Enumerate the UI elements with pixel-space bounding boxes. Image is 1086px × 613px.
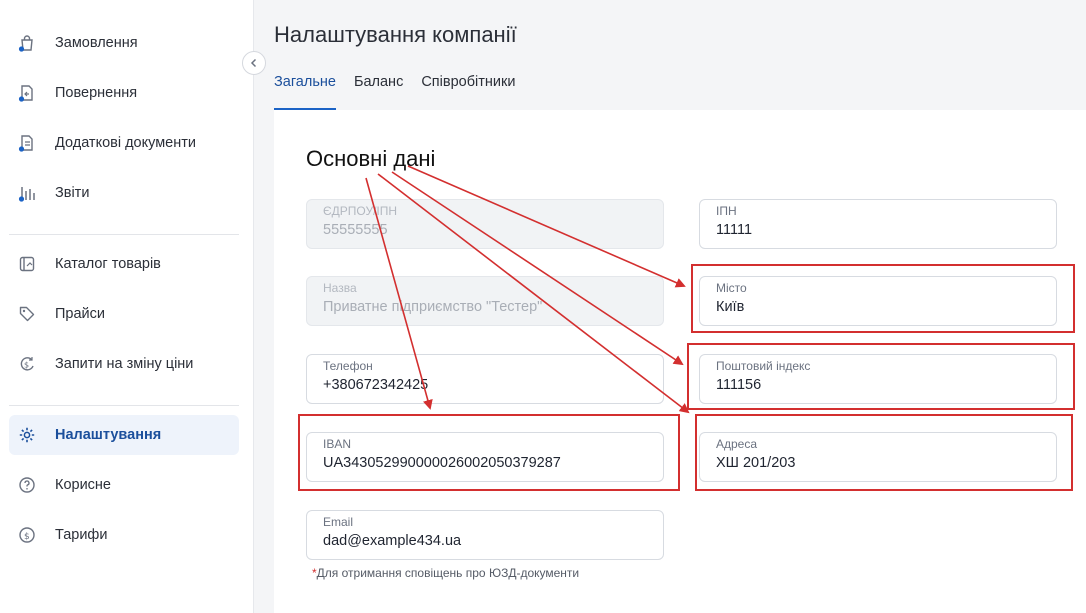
tab-general[interactable]: Загальне (274, 72, 336, 110)
sidebar-item-label: Запити на зміну ціни (55, 356, 194, 372)
sidebar-item-catalog[interactable]: Каталог товарів (9, 244, 239, 284)
sidebar-item-orders[interactable]: Замовлення (9, 23, 239, 63)
field-label: Телефон (323, 359, 373, 373)
bag-icon (18, 35, 33, 52)
sidebar-item-label: Прайси (55, 306, 105, 322)
annotation-box-iban (298, 414, 680, 491)
sidebar-item-tariffs[interactable]: $ Тарифи (9, 515, 239, 555)
reports-chart-icon (18, 187, 35, 202)
sidebar-item-price-change-requests[interactable]: $ Запити на зміну ціни (9, 344, 239, 384)
sidebar-item-label: Тарифи (55, 527, 108, 543)
page-title: Налаштування компанії (274, 22, 517, 47)
field-label: Назва (323, 281, 357, 295)
ipn-field[interactable]: ІПН (699, 199, 1057, 249)
sidebar-item-label: Налаштування (55, 427, 162, 443)
annotation-box-address (695, 414, 1073, 491)
sidebar-item-label: Додаткові документи (55, 135, 196, 151)
catalog-icon (19, 256, 35, 272)
help-icon (19, 477, 35, 493)
field-label: ІПН (716, 204, 737, 218)
email-input[interactable] (323, 533, 643, 549)
sidebar-item-label: Корисне (55, 477, 111, 493)
field-value: 55555555 (323, 222, 388, 238)
field-label: Email (323, 515, 354, 529)
chevron-left-icon (250, 58, 257, 68)
sidebar-item-additional-documents[interactable]: Додаткові документи (9, 123, 239, 163)
tabs: Загальне Баланс Співробітники (274, 72, 533, 110)
note-text: Для отримання сповіщень про ЮЗД-документ… (316, 566, 580, 580)
sidebar-item-label: Каталог товарів (55, 256, 161, 272)
documents-icon (18, 135, 33, 152)
phone-field[interactable]: Телефон (306, 354, 664, 404)
tab-employees[interactable]: Співробітники (421, 72, 515, 110)
gear-icon (19, 427, 35, 443)
sidebar-divider (9, 234, 239, 235)
price-change-icon: $ (20, 357, 34, 371)
section-title: Основні дані (306, 146, 436, 171)
sidebar-item-useful[interactable]: Корисне (9, 465, 239, 505)
company-name-field: Назва Приватне підприємство "Тестер" (306, 276, 664, 326)
coin-icon: $ (19, 527, 35, 543)
svg-text:$: $ (24, 361, 29, 370)
price-tag-icon (19, 306, 35, 322)
sidebar-collapse-button[interactable] (242, 51, 266, 75)
sidebar-item-label: Звіти (55, 185, 90, 201)
field-value: Приватне підприємство "Тестер" (323, 299, 543, 315)
sidebar-item-settings[interactable]: Налаштування (9, 415, 239, 455)
sidebar-divider (9, 405, 239, 406)
ipn-input[interactable] (716, 222, 1036, 238)
sidebar-item-returns[interactable]: Повернення (9, 73, 239, 113)
email-note: *Для отримання сповіщень про ЮЗД-докумен… (312, 566, 579, 580)
sidebar-item-prices[interactable]: Прайси (9, 294, 239, 334)
email-field[interactable]: Email (306, 510, 664, 560)
sidebar-item-label: Замовлення (55, 35, 138, 51)
sidebar-item-label: Повернення (55, 85, 138, 101)
tab-balance[interactable]: Баланс (354, 72, 403, 110)
phone-input[interactable] (323, 377, 643, 393)
sidebar: Замовлення Повернення Додаткові документ… (0, 0, 254, 613)
field-label: ЄДРПОУ/ІПН (323, 204, 398, 218)
edrpou-field: ЄДРПОУ/ІПН 55555555 (306, 199, 664, 249)
return-document-icon (18, 85, 33, 102)
svg-text:$: $ (24, 532, 30, 542)
annotation-box-postal (687, 343, 1075, 410)
sidebar-item-reports[interactable]: Звіти (9, 173, 239, 213)
annotation-box-city (691, 264, 1075, 333)
